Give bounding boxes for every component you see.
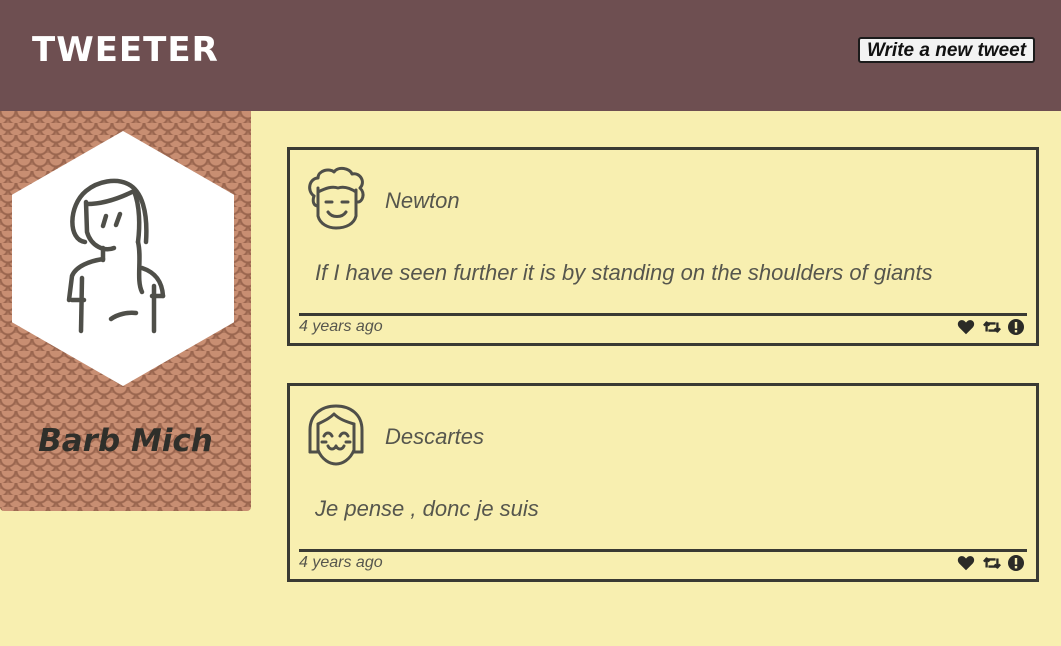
heart-icon[interactable] — [957, 318, 975, 336]
profile-panel: Barb Mich — [0, 111, 251, 511]
tweet-footer: 4 years ago — [299, 313, 1027, 346]
flag-icon[interactable] — [1007, 318, 1025, 336]
tweet-author[interactable]: Descartes — [385, 424, 484, 450]
top-nav: TWEETER Write a new tweet — [0, 0, 1061, 111]
profile-user-name: Barb Mich — [38, 423, 213, 459]
heart-icon[interactable] — [957, 554, 975, 572]
retweet-icon[interactable] — [983, 554, 1001, 572]
flag-icon[interactable] — [1007, 554, 1025, 572]
tweet-author[interactable]: Newton — [385, 188, 460, 214]
tweet-text: Je pense , donc je suis — [315, 496, 539, 521]
tweet-text: If I have seen further it is by standing… — [315, 260, 933, 285]
tweet-footer: 4 years ago — [299, 549, 1027, 582]
retweet-icon[interactable] — [983, 318, 1001, 336]
brand-logo[interactable]: TWEETER — [32, 30, 219, 70]
newton-avatar-icon — [308, 166, 365, 230]
user-avatar-icon — [66, 178, 166, 334]
tweet-timestamp: 4 years ago — [299, 554, 383, 571]
compose-tweet-button[interactable]: Write a new tweet — [858, 37, 1035, 63]
descartes-avatar-icon — [308, 404, 364, 466]
tweet-card: Newton If I have seen further it is by s… — [287, 147, 1039, 346]
tweet-card: Descartes Je pense , donc je suis 4 year… — [287, 383, 1039, 582]
tweet-timestamp: 4 years ago — [299, 318, 383, 335]
